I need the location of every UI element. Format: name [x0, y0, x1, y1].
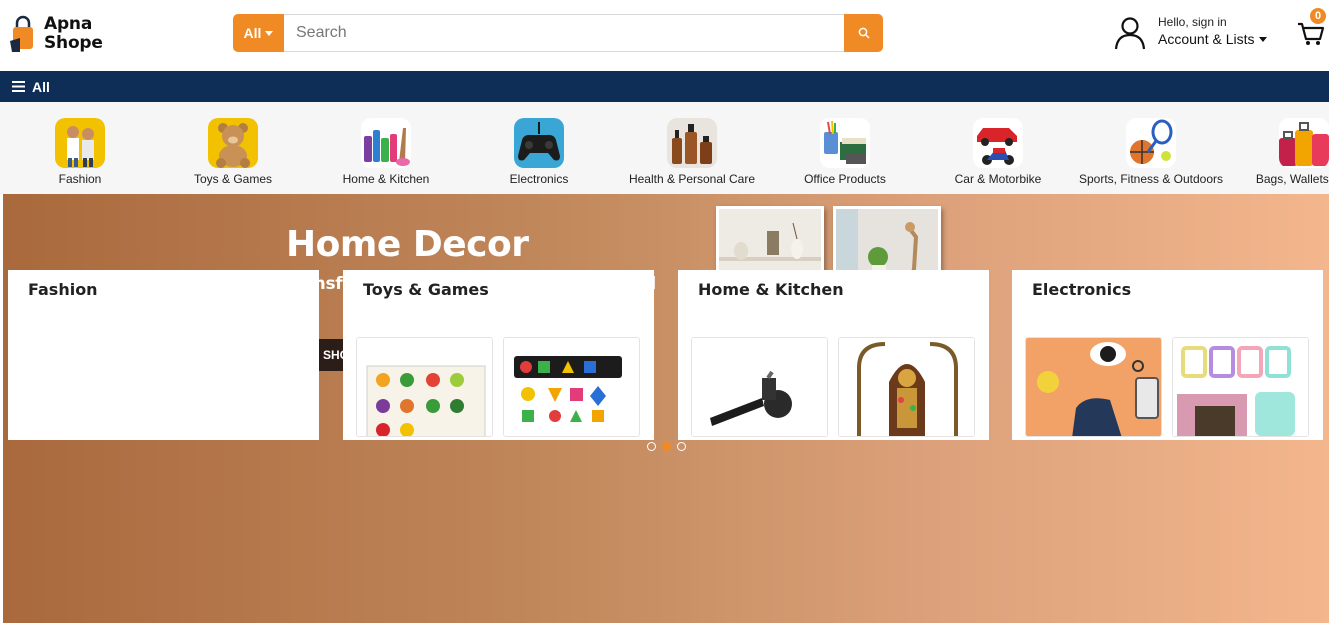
chevron-down-icon: [1258, 37, 1267, 42]
category-label: Home & Kitchen: [342, 172, 430, 186]
product-thumb-air-blower[interactable]: [691, 337, 828, 437]
category-card-toys-games: Toys & Games: [343, 270, 654, 440]
search-category-dropdown[interactable]: All: [233, 14, 284, 52]
category-card-electronics: Electronics: [1012, 270, 1323, 440]
luggage-image: [1279, 118, 1329, 168]
category-home-kitchen[interactable]: Home & Kitchen: [306, 118, 466, 186]
category-label: Sports, Fitness & Outdoors: [1078, 172, 1224, 186]
shopping-bag-logo-icon: [8, 14, 38, 54]
site-header: Apna Shope All Hello, sign in Account & …: [0, 0, 1329, 71]
teddy-bear-image: [208, 118, 258, 168]
all-menu-label: All: [32, 78, 50, 95]
product-thumb-deity-idol-frame[interactable]: [838, 337, 975, 437]
category-strip: Fashion Toys & Games Home & Kitchen Elec…: [0, 102, 1329, 194]
category-health-personal-care[interactable]: Health & Personal Care: [612, 118, 772, 186]
account-greeting: Hello, sign in: [1158, 15, 1227, 29]
category-label: Car & Motorbike: [954, 172, 1042, 186]
account-menu[interactable]: Hello, sign in Account & Lists: [1112, 14, 1267, 50]
category-fashion[interactable]: Fashion: [0, 118, 160, 186]
all-categories-menu[interactable]: All: [0, 71, 1329, 102]
office-supplies-image: [820, 118, 870, 168]
search-icon: [858, 27, 870, 39]
game-controller-image: [514, 118, 564, 168]
category-bags-wallets[interactable]: Bags, Wallets and: [1224, 118, 1329, 186]
card-title: Home & Kitchen: [698, 280, 844, 299]
category-office-products[interactable]: Office Products: [765, 118, 925, 186]
account-lists-label: Account & Lists: [1158, 31, 1255, 47]
brand-name-line2: Shope: [44, 33, 103, 53]
decor-photo-vases: [716, 206, 824, 279]
category-electronics[interactable]: Electronics: [459, 118, 619, 186]
hamburger-menu-icon: [12, 81, 25, 92]
category-car-motorbike[interactable]: Car & Motorbike: [918, 118, 1078, 186]
carousel-indicators: [647, 442, 686, 451]
user-icon: [1114, 17, 1146, 50]
category-label: Health & Personal Care: [628, 172, 756, 186]
search-button[interactable]: [844, 14, 883, 52]
card-title: Fashion: [28, 280, 98, 299]
category-card-fashion: Fashion: [8, 270, 319, 440]
cart-count-badge: 0: [1310, 8, 1326, 24]
brand-logo[interactable]: Apna Shope: [8, 14, 103, 54]
product-thumb-desk-accessories[interactable]: [1025, 337, 1162, 437]
category-card-home-kitchen: Home & Kitchen: [678, 270, 989, 440]
search-bar: All: [233, 14, 883, 52]
carousel-dot-1[interactable]: [647, 442, 656, 451]
search-category-label: All: [243, 25, 262, 41]
fashion-kids-image: [55, 118, 105, 168]
product-thumb-vegetable-puzzle[interactable]: [356, 337, 493, 437]
product-thumb-shape-sorter[interactable]: [503, 337, 640, 437]
product-thumb-phone-stands[interactable]: [1172, 337, 1309, 437]
card-title: Electronics: [1032, 280, 1132, 299]
car-and-bike-image: [973, 118, 1023, 168]
category-sports-fitness-outdoors[interactable]: Sports, Fitness & Outdoors: [1071, 118, 1231, 186]
category-label: Bags, Wallets and: [1255, 172, 1329, 186]
category-label: Fashion: [58, 172, 102, 186]
category-toys-games[interactable]: Toys & Games: [153, 118, 313, 186]
category-label: Electronics: [509, 172, 569, 186]
banner-title: Home Decor: [286, 224, 529, 265]
cleaning-supplies-image: [361, 118, 411, 168]
chevron-down-icon: [265, 30, 274, 36]
card-title: Toys & Games: [363, 280, 489, 299]
sports-equipment-image: [1126, 118, 1176, 168]
amber-bottles-image: [667, 118, 717, 168]
brand-name-line1: Apna: [44, 14, 93, 34]
cart-button[interactable]: 0: [1296, 8, 1328, 48]
category-label: Toys & Games: [193, 172, 273, 186]
carousel-dot-2[interactable]: [662, 442, 671, 451]
brand-name: Apna Shope: [44, 15, 103, 53]
search-input[interactable]: [284, 14, 844, 52]
category-label: Office Products: [804, 172, 886, 186]
carousel-dot-3[interactable]: [677, 442, 686, 451]
